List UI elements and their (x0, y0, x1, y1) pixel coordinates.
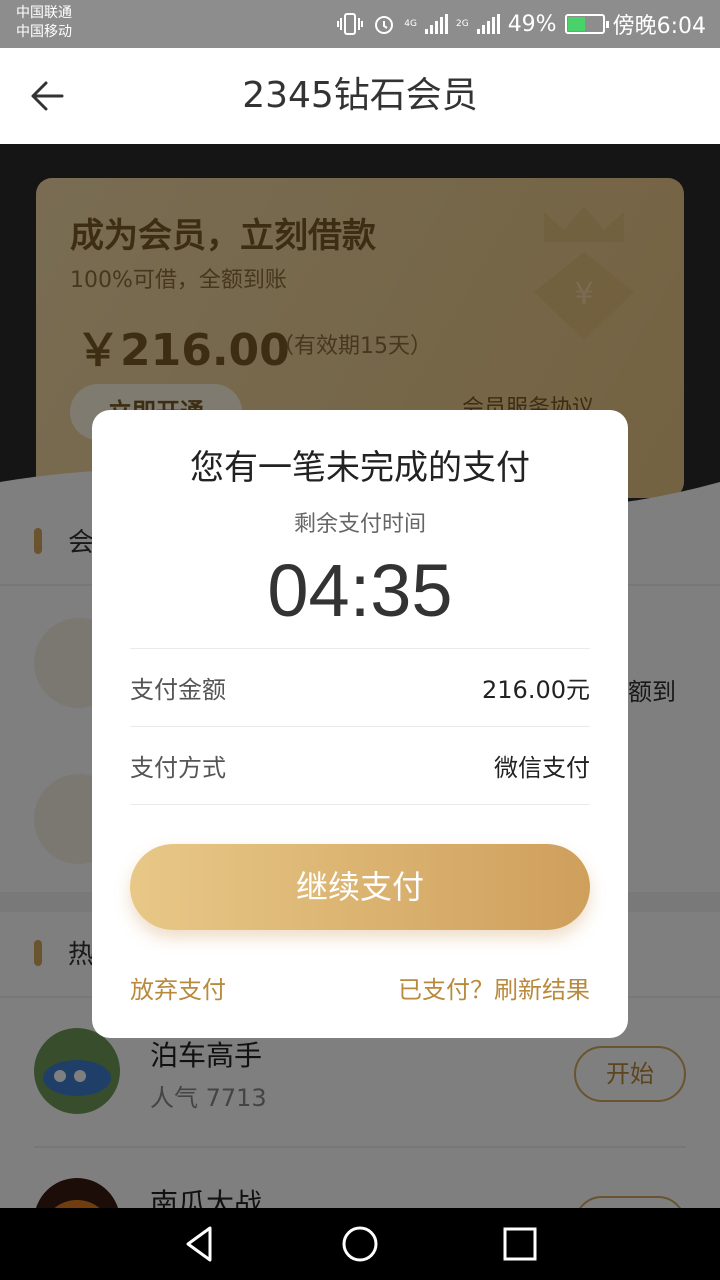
divider (130, 648, 590, 649)
payment-method-value: 微信支付 (494, 754, 590, 782)
carrier-2: 中国移动 (16, 24, 72, 40)
clock: 傍晚6:04 (612, 14, 706, 39)
battery-icon (564, 14, 609, 34)
abandon-payment-link[interactable]: 放弃支付 (130, 970, 226, 1005)
page-title: 2345钻石会员 (242, 75, 478, 116)
nav-home-icon[interactable] (340, 1224, 380, 1264)
dialog-subtitle: 剩余支付时间 (293, 512, 426, 537)
payment-amount-label: 支付金额 (130, 676, 226, 704)
carrier-1: 中国联通 (16, 5, 72, 21)
payment-method-label: 支付方式 (130, 754, 226, 782)
nav-back-icon[interactable] (180, 1224, 220, 1264)
refresh-result-link[interactable]: 已支付？刷新结果 (398, 970, 590, 1005)
app-header: 2345钻石会员 (0, 48, 720, 144)
network-type-1: 4G (404, 19, 417, 29)
countdown-timer: 04:35 (267, 549, 453, 632)
nav-recents-icon[interactable] (500, 1224, 540, 1264)
network-type-2: 2G (455, 19, 469, 29)
vibrate-icon (337, 13, 364, 35)
system-nav-bar (0, 1208, 720, 1280)
divider (130, 804, 590, 805)
status-bar: 中国联通 中国移动 4G 2G 49% 傍晚6:04 (0, 0, 720, 48)
battery-percent: 49% (507, 11, 557, 37)
pending-payment-dialog: 您有一笔未完成的支付 剩余支付时间 04:35 支付金额 216.00元 支付方… (92, 410, 628, 1038)
alarm-icon (375, 16, 394, 34)
dialog-title: 您有一笔未完成的支付 (190, 448, 530, 488)
signal-icon-2 (476, 14, 500, 34)
status-icons: 4G 2G 49% 傍晚6:04 (336, 8, 706, 40)
payment-amount-value: 216.00元 (482, 676, 590, 704)
continue-payment-button[interactable]: 继续支付 (130, 844, 590, 930)
carrier-info: 中国联通 中国移动 (16, 4, 72, 42)
signal-icon-1 (424, 14, 448, 34)
divider (130, 726, 590, 727)
